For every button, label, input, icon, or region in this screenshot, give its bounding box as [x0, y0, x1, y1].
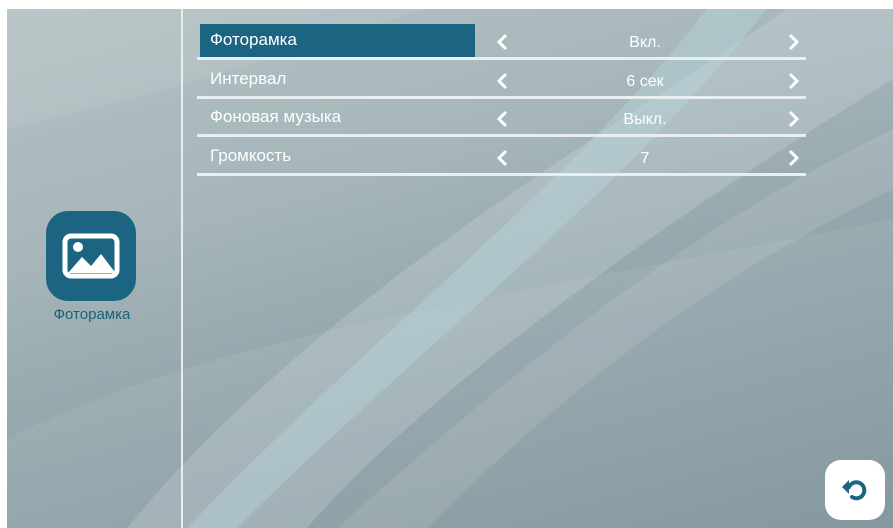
- chevron-right-icon[interactable]: [787, 72, 801, 90]
- setting-value: Вкл.: [629, 34, 661, 51]
- back-button[interactable]: [825, 460, 885, 520]
- row-separator: [197, 96, 806, 99]
- image-icon: [62, 233, 120, 279]
- sidebar-divider: [181, 9, 183, 528]
- chevron-right-icon[interactable]: [787, 110, 801, 128]
- chevron-left-icon[interactable]: [495, 110, 509, 128]
- chevron-left-icon[interactable]: [495, 33, 509, 51]
- back-arrow-icon: [842, 480, 867, 501]
- setting-label: Фоновая музыка: [210, 107, 342, 126]
- setting-value: 6 сек: [626, 73, 664, 90]
- sidebar-label: Фоторамка: [53, 306, 131, 323]
- chevron-right-icon[interactable]: [787, 149, 801, 167]
- row-separator: [197, 57, 806, 60]
- setting-label: Фоторамка: [210, 30, 297, 49]
- row-separator: [197, 134, 806, 137]
- chevron-right-icon[interactable]: [787, 33, 801, 51]
- screen: Фоторамка Фоторамка Вкл. Интервал 6 сек …: [7, 9, 893, 528]
- chevron-left-icon[interactable]: [495, 149, 509, 167]
- setting-value: 7: [640, 150, 650, 167]
- setting-row-background-music[interactable]: Фоновая музыка Выкл.: [197, 101, 806, 137]
- setting-label: Громкость: [210, 146, 292, 165]
- setting-label: Интервал: [210, 69, 287, 88]
- row-separator: [197, 173, 806, 176]
- chevron-left-icon[interactable]: [495, 72, 509, 90]
- photoframe-app-tile[interactable]: [46, 211, 136, 301]
- setting-row-interval[interactable]: Интервал 6 сек: [197, 63, 806, 99]
- setting-row-photoframe[interactable]: Фоторамка Вкл.: [197, 24, 806, 60]
- setting-value: Выкл.: [623, 111, 667, 128]
- setting-row-volume[interactable]: Громкость 7: [197, 140, 806, 176]
